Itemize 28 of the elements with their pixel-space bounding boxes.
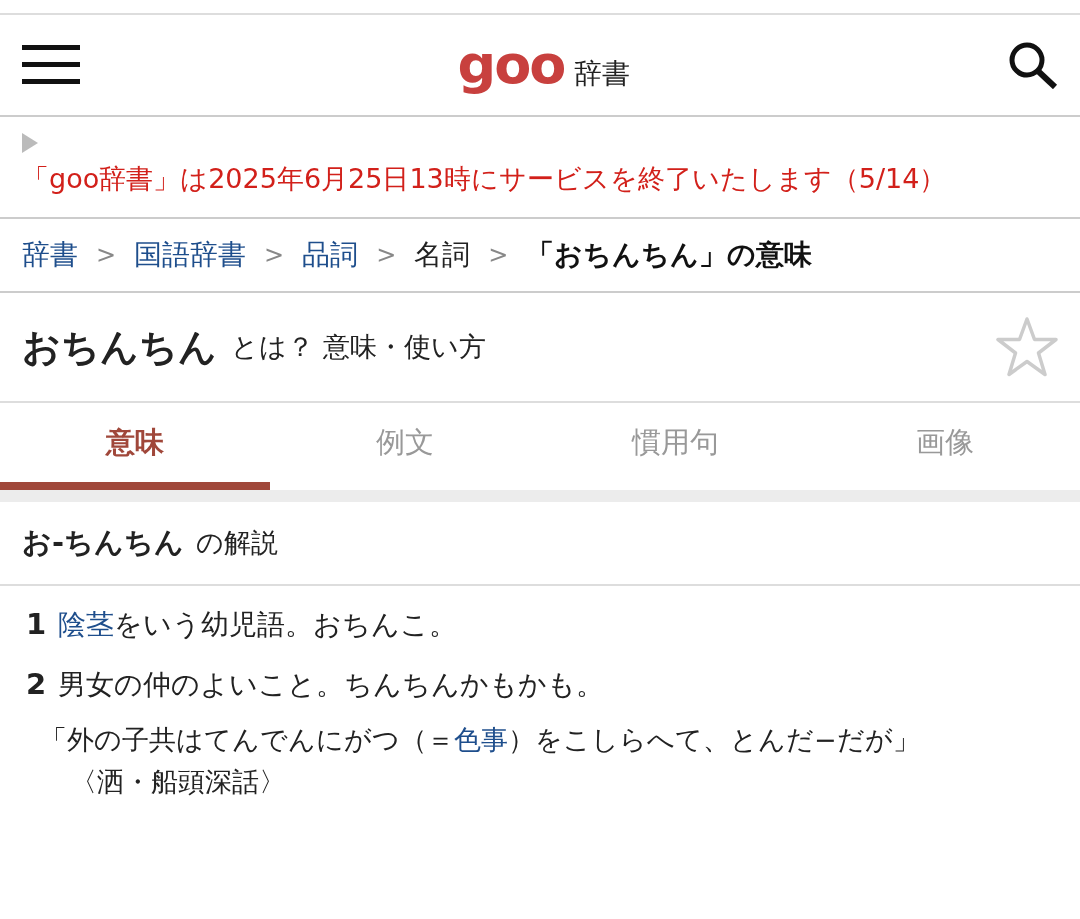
search-icon[interactable] xyxy=(1008,41,1058,89)
definition-text: 男女の仲のよいこと。ちんちんかもかも。 xyxy=(58,667,605,703)
definition-number: 1 xyxy=(26,607,47,641)
site-label: 辞書 xyxy=(574,55,631,92)
heading-suffix: の解説 xyxy=(196,526,279,560)
breadcrumb-item[interactable]: 辞書 xyxy=(22,236,78,274)
breadcrumb-separator: > xyxy=(264,241,285,269)
site-logo[interactable]: goo xyxy=(457,37,565,92)
definition-number: 2 xyxy=(26,667,47,701)
example-quote: 「外の子共はてんでんにがつ（＝色事）をこしらへて、とんだ−だが」 xyxy=(40,723,920,757)
star-icon[interactable] xyxy=(994,316,1060,378)
breadcrumb-separator: > xyxy=(376,241,397,269)
menu-icon[interactable] xyxy=(22,45,80,85)
tab[interactable]: 意味 xyxy=(0,403,270,490)
definition-link[interactable]: 陰茎 xyxy=(58,608,115,641)
notice-text[interactable]: 「goo辞書」は2025年6月25日13時にサービスを終了いたします（5/14） xyxy=(22,161,1058,197)
title-subtitle: とは？ 意味・使い方 xyxy=(231,330,487,364)
example-source: 〈洒・船頭深話〉 xyxy=(69,765,286,799)
headword: お-ちんちん xyxy=(22,524,185,561)
breadcrumb-item: 名詞 xyxy=(414,237,471,273)
breadcrumb-item[interactable]: 品詞 xyxy=(302,236,359,274)
entry-title: おちんちん xyxy=(22,323,217,371)
definition-text: 陰茎をいう幼児語。おちんこ。 xyxy=(58,607,458,643)
definition-link[interactable]: 色事 xyxy=(454,724,508,755)
breadcrumb-separator: > xyxy=(488,241,509,269)
breadcrumb-item: 「おちんちん」の意味 xyxy=(526,237,813,273)
breadcrumb-item[interactable]: 国語辞書 xyxy=(134,236,247,274)
breadcrumb-separator: > xyxy=(96,241,117,269)
